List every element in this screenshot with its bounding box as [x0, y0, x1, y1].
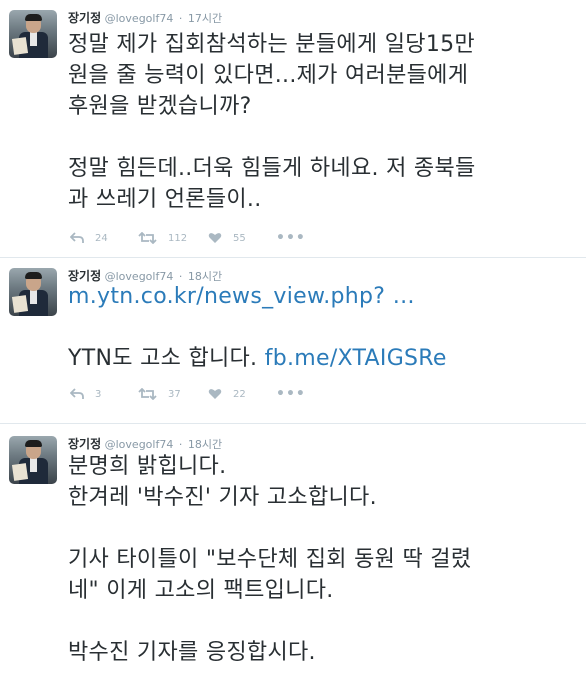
retweet-count: 37 [168, 388, 181, 400]
tweet-text-line: 후원을 받겠습니까? [68, 94, 252, 119]
tweet-text-line [68, 606, 580, 637]
heart-icon [208, 233, 222, 243]
tweet-text-line: 원을 줄 능력이 있다면...제가 여러분들에게 [68, 63, 469, 88]
tweet[interactable]: 장기정 @lovegolf74 · 17시간 정말 제가 집회참석하는 분들에게… [0, 0, 586, 258]
tweet-actions: 3 37 22 ••• [70, 384, 306, 404]
tweet-text-line [68, 122, 580, 153]
reply-button[interactable]: 3 [70, 388, 138, 400]
tweet-text-line: 분명희 밝힙니다. [68, 454, 227, 479]
retweet-button[interactable]: 112 [138, 232, 208, 244]
tweet-text-line: 한겨레 '박수진' 기자 고소합니다. [68, 485, 377, 510]
tweet-link[interactable]: m.ytn.co.kr/news_view.php? … [68, 284, 415, 309]
separator-dot: · [178, 438, 183, 451]
user-handle[interactable]: @lovegolf74 [105, 12, 174, 25]
more-icon[interactable]: ••• [276, 386, 306, 402]
tweet-text: m.ytn.co.kr/news_view.php? … YTN도 고소 합니다… [68, 281, 580, 374]
tweet-actions: 24 112 55 ••• [70, 228, 306, 248]
tweet[interactable]: 장기정 @lovegolf74 · 18시간 분명희 밝힙니다. 한겨레 '박수… [0, 424, 586, 684]
reply-icon [70, 388, 84, 399]
timestamp[interactable]: 18시간 [188, 438, 222, 451]
tweet-header: 장기정 @lovegolf74 · 18시간 [68, 435, 222, 452]
retweet-count: 112 [168, 232, 188, 244]
avatar[interactable] [9, 10, 57, 58]
tweet-header: 장기정 @lovegolf74 · 17시간 [68, 9, 222, 26]
reply-icon [70, 232, 84, 243]
separator-dot: · [178, 12, 183, 25]
tweet-text-line: 네" 이게 고소의 팩트입니다. [68, 578, 334, 603]
tweet-text-fragment: YTN도 고소 합니다. [68, 346, 265, 371]
like-button[interactable]: 55 [208, 232, 276, 244]
reply-count: 3 [95, 388, 102, 400]
like-button[interactable]: 22 [208, 388, 276, 400]
tweet-text-line: 기사 타이틀이 "보수단체 집회 동원 딱 걸렸 [68, 547, 472, 572]
user-handle[interactable]: @lovegolf74 [105, 438, 174, 451]
tweet-text-line: YTN도 고소 합니다. fb.me/XTAIGSRe [68, 343, 580, 374]
display-name[interactable]: 장기정 [68, 437, 101, 451]
like-count: 55 [233, 232, 246, 244]
tweet-link[interactable]: fb.me/XTAIGSRe [265, 346, 447, 371]
tweet-text-line: m.ytn.co.kr/news_view.php? … [68, 281, 580, 312]
tweet-text: 정말 제가 집회참석하는 분들에게 일당15만 원을 줄 능력이 있다면...제… [68, 29, 580, 215]
reply-count: 24 [95, 232, 108, 244]
retweet-icon [138, 388, 157, 400]
tweet-text-line: 정말 제가 집회참석하는 분들에게 일당15만 [68, 32, 475, 57]
retweet-button[interactable]: 37 [138, 388, 208, 400]
tweet-feed: 장기정 @lovegolf74 · 17시간 정말 제가 집회참석하는 분들에게… [0, 0, 586, 684]
tweet-text-line: 박수진 기자를 응징합시다. [68, 640, 316, 665]
tweet-text-line: 정말 힘든데..더욱 힘들게 하네요. 저 종북들 [68, 156, 476, 181]
avatar[interactable] [9, 436, 57, 484]
tweet-text-line [68, 513, 580, 544]
reply-button[interactable]: 24 [70, 232, 138, 244]
avatar[interactable] [9, 268, 57, 316]
tweet-text-line: 과 쓰레기 언론들이.. [68, 187, 262, 212]
retweet-icon [138, 232, 157, 244]
timestamp[interactable]: 17시간 [188, 12, 222, 25]
like-count: 22 [233, 388, 246, 400]
display-name[interactable]: 장기정 [68, 11, 101, 25]
heart-icon [208, 389, 222, 399]
more-icon[interactable]: ••• [276, 230, 306, 246]
tweet-text: 분명희 밝힙니다. 한겨레 '박수진' 기자 고소합니다. 기사 타이틀이 "보… [68, 451, 580, 668]
tweet[interactable]: 장기정 @lovegolf74 · 18시간 m.ytn.co.kr/news_… [0, 258, 586, 424]
tweet-text-line [68, 312, 580, 343]
